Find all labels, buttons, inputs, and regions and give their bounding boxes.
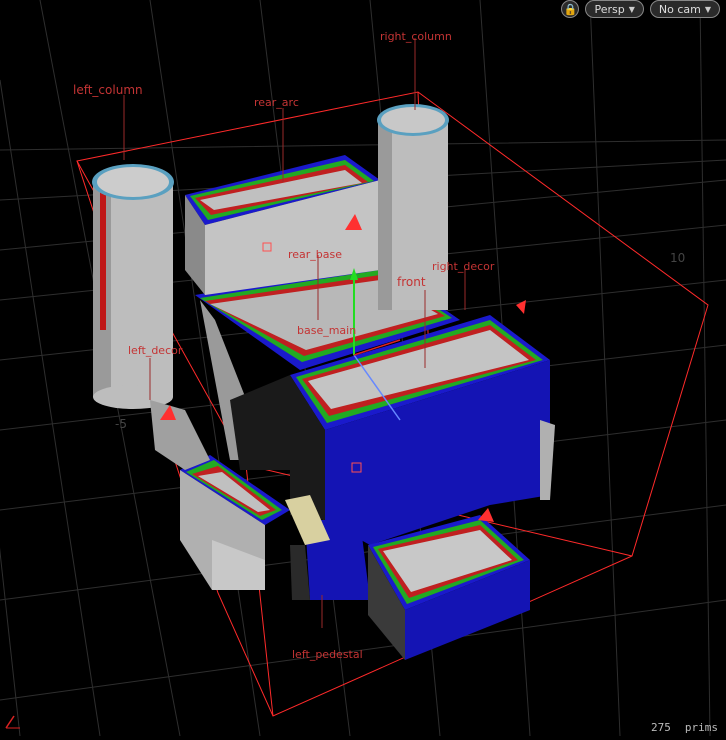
label-left-pedestal: left_pedestal: [292, 648, 363, 661]
camera-select-dropdown[interactable]: No cam ▼: [649, 0, 720, 18]
viewport-toolbar: 🔒 Persp ▼ No cam ▼: [561, 0, 720, 18]
left-column-geo: [92, 164, 174, 409]
chevron-down-icon: ▼: [704, 4, 711, 14]
prim-count: 275: [651, 721, 671, 734]
label-rear-arc: rear_arc: [254, 96, 299, 109]
label-right-decor: right_decor: [432, 260, 495, 273]
label-front: front: [397, 275, 426, 289]
lock-icon: 🔒: [563, 2, 578, 16]
scene-canvas: left_column rear_arc right_column rear_b…: [0, 0, 726, 737]
grid-number-right: 10: [670, 251, 685, 265]
camera-mode-dropdown[interactable]: Persp ▼: [585, 0, 644, 18]
chevron-down-icon: ▼: [628, 4, 635, 14]
camera-mode-label: Persp: [594, 2, 625, 16]
grid-number-left: -5: [115, 417, 127, 431]
3d-viewport[interactable]: left_column rear_arc right_column rear_b…: [0, 0, 726, 737]
prim-unit: prims: [684, 721, 718, 734]
label-right-column: right_column: [380, 30, 452, 43]
viewport-status: 275 prims: [651, 721, 726, 736]
label-left-decor: left_decor: [128, 344, 183, 357]
camera-select-label: No cam: [658, 2, 701, 16]
label-base-main: base_main: [297, 324, 356, 337]
label-left-column: left_column: [73, 83, 143, 97]
label-rear-base: rear_base: [288, 248, 342, 261]
lock-camera-button[interactable]: 🔒: [561, 0, 580, 18]
